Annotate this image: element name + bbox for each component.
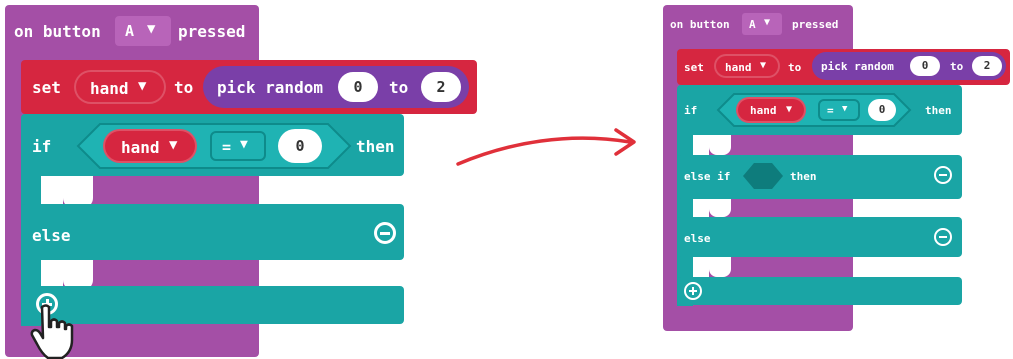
- variable-dropdown[interactable]: hand ▼: [74, 70, 166, 104]
- chevron-down-icon: ▼: [786, 104, 793, 115]
- button-dropdown-value: A: [125, 22, 135, 40]
- variable-dropdown-value: hand: [725, 61, 752, 74]
- variable-dropdown-value: hand: [90, 79, 129, 98]
- chevron-down-icon: ▼: [147, 21, 156, 37]
- if-block-footer: [677, 277, 962, 305]
- set-label: set: [684, 61, 704, 74]
- button-dropdown[interactable]: A ▼: [742, 13, 782, 35]
- empty-statement-slot: [693, 257, 709, 277]
- max-number-input[interactable]: 2: [421, 72, 461, 102]
- event-suffix: pressed: [792, 18, 839, 31]
- remove-circle-icon[interactable]: [374, 222, 396, 244]
- chevron-down-icon: ▼: [764, 17, 771, 28]
- statement-notch: [709, 135, 731, 155]
- then-label: then: [790, 170, 817, 183]
- set-label: set: [32, 78, 61, 97]
- variable-dropdown[interactable]: hand ▼: [714, 54, 780, 78]
- compare-variable-dropdown[interactable]: hand ▼: [103, 129, 197, 163]
- event-suffix: pressed: [178, 22, 246, 41]
- operator-value: =: [827, 104, 834, 117]
- pick-random-to-label: to: [950, 60, 964, 73]
- compare-value-input[interactable]: 0: [868, 99, 896, 121]
- else-if-label: else if: [684, 170, 731, 183]
- else-block[interactable]: [21, 204, 404, 260]
- else-block[interactable]: [677, 217, 962, 257]
- pick-random-block[interactable]: pick random 0 to 2: [203, 66, 469, 108]
- min-number-input[interactable]: 0: [910, 56, 940, 76]
- chevron-down-icon: ▼: [760, 60, 767, 71]
- compare-variable-value: hand: [121, 138, 160, 157]
- chevron-down-icon: ▼: [240, 137, 248, 152]
- else-label: else: [684, 232, 711, 245]
- hand-cursor-icon: [30, 304, 74, 359]
- button-dropdown-value: A: [749, 18, 756, 31]
- operator-dropdown[interactable]: = ▼: [818, 99, 860, 121]
- add-circle-icon[interactable]: [684, 282, 702, 300]
- event-prefix: on button: [670, 18, 730, 31]
- else-label: else: [32, 226, 71, 245]
- empty-condition-slot[interactable]: [742, 162, 784, 190]
- if-block-footer: [21, 286, 404, 324]
- if-label: if: [684, 104, 698, 117]
- pick-random-to-label: to: [389, 78, 409, 97]
- statement-notch: [709, 199, 731, 217]
- remove-circle-icon[interactable]: [934, 166, 952, 184]
- button-dropdown[interactable]: A ▼: [115, 16, 171, 46]
- curved-arrow-icon: [456, 128, 636, 166]
- max-number-input[interactable]: 2: [972, 56, 1002, 76]
- empty-statement-slot: [693, 199, 709, 217]
- remove-circle-icon[interactable]: [934, 228, 952, 246]
- if-label: if: [32, 137, 52, 156]
- pick-random-label: pick random: [821, 60, 894, 73]
- pick-random-label: pick random: [217, 78, 323, 97]
- compare-variable-dropdown[interactable]: hand ▼: [736, 97, 806, 123]
- chevron-down-icon: ▼: [169, 137, 178, 153]
- chevron-down-icon: ▼: [138, 78, 147, 94]
- then-label: then: [356, 137, 395, 156]
- then-label: then: [925, 104, 952, 117]
- compare-variable-value: hand: [750, 104, 777, 117]
- chevron-down-icon: ▼: [842, 104, 848, 114]
- operator-dropdown[interactable]: = ▼: [210, 131, 266, 161]
- set-to-label: to: [174, 78, 194, 97]
- event-prefix: on button: [14, 22, 101, 41]
- set-to-label: to: [788, 61, 802, 74]
- empty-statement-slot: [693, 135, 709, 155]
- min-number-input[interactable]: 0: [338, 72, 378, 102]
- statement-notch: [709, 257, 731, 277]
- pick-random-block[interactable]: pick random 0 to 2: [812, 52, 1006, 80]
- operator-value: =: [222, 138, 232, 156]
- compare-value-input[interactable]: 0: [278, 129, 322, 163]
